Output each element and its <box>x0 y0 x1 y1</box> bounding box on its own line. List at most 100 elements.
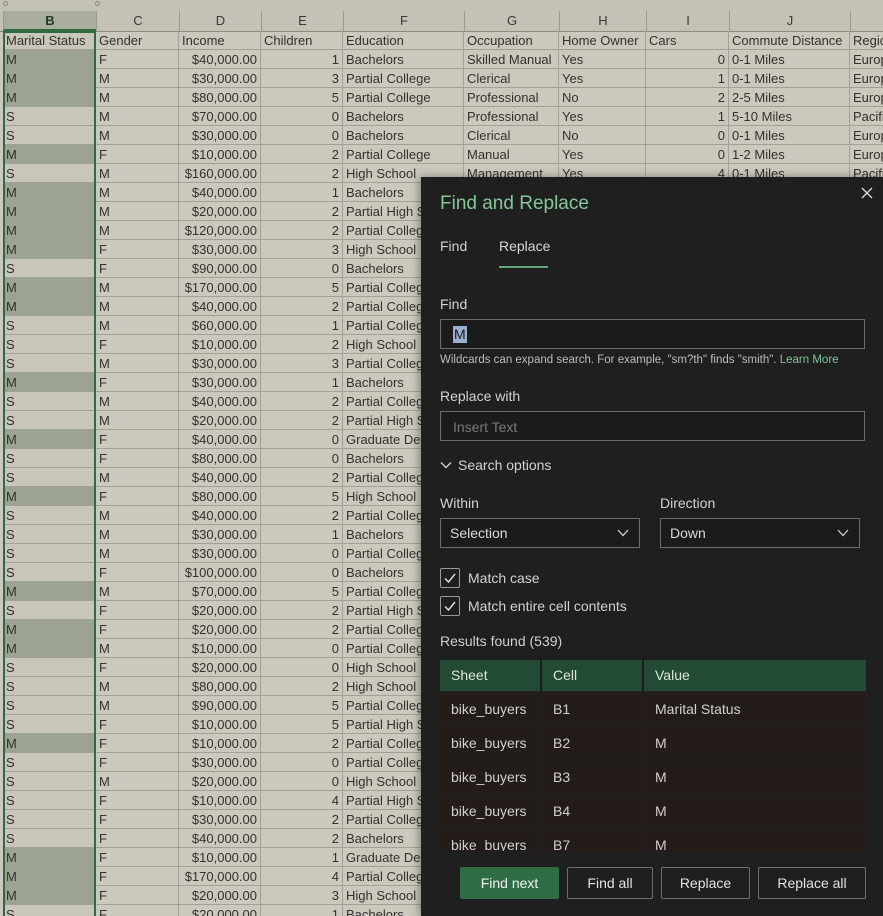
sheet-cell[interactable]: M <box>3 240 96 259</box>
sheet-cell[interactable]: 4 <box>261 867 343 886</box>
find-next-button[interactable]: Find next <box>460 867 559 899</box>
sheet-cell[interactable]: S <box>3 259 96 278</box>
sheet-cell[interactable]: 1 <box>261 525 343 544</box>
sheet-cell[interactable]: 0 <box>261 430 343 449</box>
close-icon[interactable] <box>859 185 875 201</box>
sheet-cell[interactable]: 2 <box>261 411 343 430</box>
sheet-cell[interactable]: Yes <box>559 145 646 164</box>
sheet-cell[interactable]: Clerical <box>464 126 559 145</box>
sheet-cell[interactable]: 0 <box>261 658 343 677</box>
sheet-cell[interactable]: $30,000.00 <box>179 240 261 259</box>
sheet-cell[interactable]: M <box>3 278 96 297</box>
sheet-cell[interactable]: $30,000.00 <box>179 373 261 392</box>
sheet-cell[interactable]: $70,000.00 <box>179 582 261 601</box>
sheet-cell[interactable]: F <box>96 335 179 354</box>
result-row[interactable]: bike_buyers B2 M <box>440 727 866 759</box>
sheet-cell[interactable]: Europ <box>850 50 883 69</box>
find-all-button[interactable]: Find all <box>567 867 653 899</box>
sheet-cell[interactable]: M <box>96 297 179 316</box>
sheet-cell[interactable]: M <box>3 582 96 601</box>
sheet-cell[interactable]: Clerical <box>464 69 559 88</box>
within-select[interactable]: Selection <box>440 518 640 548</box>
sheet-cell[interactable]: Bachelors <box>343 107 464 126</box>
sheet-cell[interactable]: 2 <box>261 734 343 753</box>
sheet-cell[interactable]: M <box>3 221 96 240</box>
replace-button[interactable]: Replace <box>661 867 750 899</box>
header-cell[interactable]: Children <box>261 31 343 50</box>
sheet-cell[interactable]: M <box>3 848 96 867</box>
sheet-cell[interactable]: M <box>3 183 96 202</box>
sheet-cell[interactable]: S <box>3 468 96 487</box>
sheet-cell[interactable]: $40,000.00 <box>179 506 261 525</box>
search-options-toggle[interactable]: Search options <box>440 457 551 473</box>
header-cell[interactable]: Regic <box>850 31 883 50</box>
sheet-cell[interactable]: $170,000.00 <box>179 867 261 886</box>
sheet-cell[interactable]: M <box>96 696 179 715</box>
sheet-cell[interactable]: 3 <box>261 354 343 373</box>
sheet-cell[interactable]: M <box>3 620 96 639</box>
sheet-cell[interactable]: M <box>96 221 179 240</box>
sheet-cell[interactable]: S <box>3 544 96 563</box>
learn-more-link[interactable]: Learn More <box>780 354 839 366</box>
sheet-cell[interactable]: F <box>96 50 179 69</box>
sheet-cell[interactable]: S <box>3 696 96 715</box>
sheet-cell[interactable]: Pacifi <box>850 107 883 126</box>
sheet-cell[interactable]: M <box>96 69 179 88</box>
sheet-cell[interactable]: $90,000.00 <box>179 696 261 715</box>
sheet-cell[interactable]: M <box>3 639 96 658</box>
sheet-cell[interactable]: $100,000.00 <box>179 563 261 582</box>
sheet-cell[interactable]: M <box>3 202 96 221</box>
column-letter-c[interactable]: C <box>96 11 179 31</box>
tab-replace[interactable]: Replace <box>499 238 550 254</box>
sheet-cell[interactable]: $20,000.00 <box>179 411 261 430</box>
sheet-cell[interactable]: M <box>96 316 179 335</box>
sheet-cell[interactable]: $10,000.00 <box>179 639 261 658</box>
sheet-cell[interactable]: S <box>3 316 96 335</box>
sheet-cell[interactable]: M <box>96 639 179 658</box>
sheet-cell[interactable]: $30,000.00 <box>179 354 261 373</box>
sheet-cell[interactable]: F <box>96 449 179 468</box>
sheet-cell[interactable]: 3 <box>261 69 343 88</box>
sheet-cell[interactable]: $40,000.00 <box>179 430 261 449</box>
sheet-cell[interactable]: Yes <box>559 50 646 69</box>
sheet-cell[interactable]: 2 <box>261 335 343 354</box>
sheet-cell[interactable]: 2 <box>261 677 343 696</box>
sheet-cell[interactable]: $30,000.00 <box>179 544 261 563</box>
sheet-cell[interactable]: $30,000.00 <box>179 753 261 772</box>
sheet-cell[interactable]: Professional <box>464 88 559 107</box>
sheet-cell[interactable]: S <box>3 829 96 848</box>
sheet-cell[interactable]: M <box>96 468 179 487</box>
sheet-cell[interactable]: 2 <box>261 202 343 221</box>
sheet-cell[interactable]: S <box>3 772 96 791</box>
sheet-cell[interactable]: M <box>96 202 179 221</box>
header-cell[interactable]: Occupation <box>464 31 559 50</box>
sheet-cell[interactable]: F <box>96 373 179 392</box>
column-letter-f[interactable]: F <box>343 11 464 31</box>
sheet-cell[interactable]: 4 <box>261 791 343 810</box>
sheet-cell[interactable]: 2 <box>261 468 343 487</box>
sheet-cell[interactable]: M <box>3 145 96 164</box>
sheet-cell[interactable]: 1 <box>261 373 343 392</box>
sheet-cell[interactable]: M <box>96 88 179 107</box>
replace-input[interactable]: Insert Text <box>440 411 865 441</box>
sheet-cell[interactable]: 0 <box>261 107 343 126</box>
sheet-cell[interactable]: S <box>3 525 96 544</box>
sheet-cell[interactable]: $120,000.00 <box>179 221 261 240</box>
sheet-cell[interactable]: $10,000.00 <box>179 734 261 753</box>
column-letter-i[interactable]: I <box>646 11 729 31</box>
sheet-cell[interactable]: 1 <box>261 848 343 867</box>
sheet-cell[interactable]: F <box>96 563 179 582</box>
sheet-cell[interactable]: F <box>96 829 179 848</box>
sheet-cell[interactable]: Europ <box>850 145 883 164</box>
sheet-cell[interactable]: M <box>96 126 179 145</box>
sheet-cell[interactable]: 2 <box>261 145 343 164</box>
sheet-cell[interactable]: $10,000.00 <box>179 335 261 354</box>
sheet-cell[interactable]: 2 <box>261 164 343 183</box>
sheet-cell[interactable]: M <box>3 297 96 316</box>
sheet-cell[interactable]: S <box>3 563 96 582</box>
sheet-cell[interactable]: 1 <box>261 183 343 202</box>
sheet-cell[interactable]: 2 <box>261 392 343 411</box>
sheet-cell[interactable]: $40,000.00 <box>179 297 261 316</box>
sheet-cell[interactable]: $80,000.00 <box>179 487 261 506</box>
sheet-cell[interactable]: $10,000.00 <box>179 145 261 164</box>
